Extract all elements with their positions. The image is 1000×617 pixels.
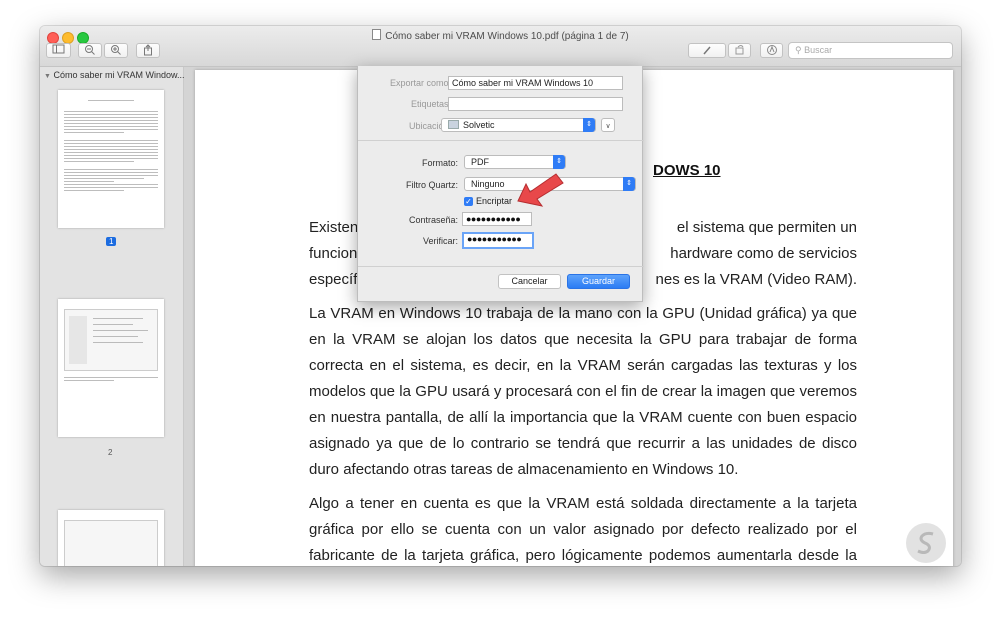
export-as-label: Exportar como: [389,78,451,88]
pdf-file-icon [372,29,382,40]
location-popup[interactable]: Solvetic ⇕ [441,118,596,132]
sidebar-toggle-icon [52,44,64,54]
verify-label: Verificar: [422,236,458,246]
search-field[interactable]: ⚲ Buscar [788,42,953,59]
pen-icon [703,46,711,55]
page-thumbnail-3[interactable] [58,510,164,566]
zoom-out-button[interactable] [78,43,102,58]
save-button[interactable]: Guardar [567,274,630,289]
title-bar: Cómo saber mi VRAM Windows 10.pdf (págin… [40,26,961,67]
cancel-button[interactable]: Cancelar [498,274,561,289]
tags-label: Etiquetas: [410,99,451,109]
share-icon [144,44,152,56]
quartz-filter-label: Filtro Quartz: [405,180,458,190]
separator [358,266,644,267]
rotate-button[interactable] [728,43,751,58]
chevron-updown-icon: ⇕ [623,177,635,191]
encrypt-label: Encriptar [476,196,513,206]
zoom-in-icon [111,45,121,55]
chevron-updown-icon: ⇕ [583,118,595,132]
password-label: Contraseña: [408,215,458,225]
share-button[interactable] [136,43,160,58]
encrypt-checkbox[interactable]: ✓ [464,197,473,206]
expand-dialog-button[interactable]: ∨ [601,118,615,132]
rotate-icon [735,45,743,55]
chevron-down-icon: ∨ [605,123,611,130]
search-icon: ⚲ [795,45,802,55]
sidebar-toggle-button[interactable] [46,43,71,58]
password-field[interactable]: ●●●●●●●●●●● [462,212,532,226]
annotate-button[interactable] [760,43,783,58]
export-as-field[interactable]: Cómo saber mi VRAM Windows 10 [448,76,623,90]
folder-icon [448,120,459,129]
sidebar-document-header[interactable]: ▼ Cómo saber mi VRAM Window... [44,70,185,80]
separator [358,140,644,141]
tags-field[interactable] [448,97,623,111]
export-dialog: Exportar como: Cómo saber mi VRAM Window… [357,66,644,302]
markup-toolbar-button[interactable] [688,43,726,58]
solvetic-logo-icon [917,531,934,554]
paragraph-2: La VRAM en Windows 10 trabaja de la mano… [309,305,857,478]
page-thumbnail-1[interactable] [58,90,164,228]
format-popup[interactable]: PDF ⇕ [464,155,566,169]
page-thumbnail-2[interactable] [58,299,164,437]
document-heading: DOWS 10 [653,162,721,179]
zoom-out-icon [85,45,95,55]
verify-password-field[interactable]: ●●●●●●●●●●● [462,232,534,249]
paragraph-3: Algo a tener en cuenta es que la VRAM es… [309,495,857,564]
markup-circle-icon [766,45,777,55]
disclosure-triangle-icon[interactable]: ▼ [44,73,51,80]
red-arrow-annotation [517,173,564,207]
zoom-in-button[interactable] [104,43,128,58]
page-number-2: 2 [108,448,113,457]
thumbnail-sidebar: ▼ Cómo saber mi VRAM Window... 1 2 [40,67,185,566]
window-title: Cómo saber mi VRAM Windows 10.pdf (págin… [40,29,961,42]
solvetic-logo [906,523,946,563]
location-label: Ubicación: [408,121,451,131]
page-number-1: 1 [106,237,117,246]
format-label: Formato: [421,158,458,168]
chevron-updown-icon: ⇕ [553,155,565,169]
